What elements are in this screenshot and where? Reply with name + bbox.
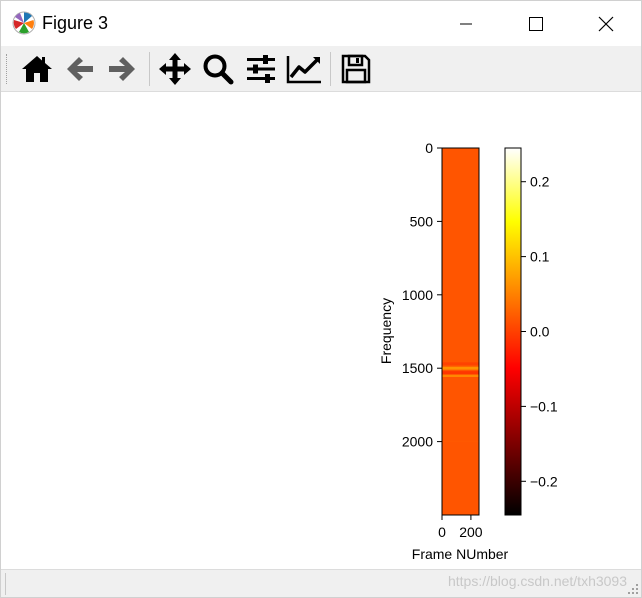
colorbar-gradient	[505, 148, 521, 515]
status-divider	[5, 573, 7, 595]
zoom-button[interactable]	[199, 51, 237, 87]
pan-button[interactable]	[156, 51, 194, 87]
y-axis-label: Frequency	[378, 298, 394, 364]
heatmap-axes: 0 500 1000 1500 2000 0 200 Frequency Frame NU…	[378, 140, 509, 562]
sliders-icon	[247, 55, 275, 83]
toolbar-separator	[149, 52, 150, 86]
arrow-right-icon	[109, 57, 135, 81]
colorbar: 0.2 0.1 0.0 −0.1 −0.2	[504, 147, 558, 516]
x-axis-label: Frame NUmber	[412, 546, 509, 562]
colorbar-tick-label: 0.0	[530, 324, 550, 340]
y-tick-label: 1000	[402, 287, 433, 303]
y-tick-label: 0	[425, 140, 433, 156]
x-tick-label: 200	[459, 524, 483, 540]
matplotlib-logo-icon	[12, 11, 36, 35]
minimize-button[interactable]	[431, 1, 501, 46]
home-button[interactable]	[18, 51, 56, 87]
heatmap-chart: 0 500 1000 1500 2000 0 200 Frequency Frame NU…	[378, 140, 558, 562]
resize-grip-icon[interactable]	[627, 583, 639, 595]
y-tick-label: 1500	[402, 360, 433, 376]
forward-button[interactable]	[103, 51, 141, 87]
x-tick-label: 0	[438, 524, 446, 540]
y-tick-label: 2000	[402, 434, 433, 450]
y-tick-label: 500	[410, 213, 434, 229]
navigation-toolbar	[1, 46, 641, 92]
heatmap-band	[442, 371, 479, 375]
heatmap-band	[442, 366, 479, 370]
home-icon	[22, 56, 52, 82]
toolbar-separator	[330, 52, 331, 86]
window-title: Figure 3	[42, 13, 109, 33]
heatmap-band	[442, 440, 479, 442]
figure-canvas[interactable]: 0 500 1000 1500 2000 0 200 Frequency Frame NU…	[1, 93, 641, 569]
save-icon	[341, 54, 371, 84]
figure-window: Figure 3 0 500 1000 1500 2000 0 200 Freq…	[0, 0, 642, 598]
minimize-icon	[460, 23, 472, 24]
colorbar-tick-label: 0.2	[530, 174, 550, 190]
toolbar-grip[interactable]	[6, 54, 9, 84]
maximize-icon	[529, 16, 543, 31]
arrow-left-icon	[67, 57, 93, 81]
back-button[interactable]	[61, 51, 99, 87]
colorbar-tick-label: −0.1	[530, 398, 558, 414]
heatmap-image	[442, 148, 479, 515]
maximize-button[interactable]	[501, 1, 571, 46]
close-icon	[598, 16, 614, 31]
heatmap-band	[442, 362, 479, 366]
colorbar-tick-label: 0.1	[530, 249, 550, 265]
close-button[interactable]	[571, 1, 641, 46]
zoom-icon	[203, 54, 234, 85]
subplots-button[interactable]	[242, 51, 280, 87]
edit-axes-button[interactable]	[285, 51, 323, 87]
line-chart-icon	[286, 56, 321, 84]
save-button[interactable]	[337, 51, 375, 87]
title-bar[interactable]: Figure 3	[1, 1, 641, 46]
move-icon	[159, 53, 191, 85]
status-bar: https://blog.csdn.net/txh3093	[1, 569, 641, 597]
colorbar-tick-label: −0.2	[530, 473, 558, 489]
heatmap-band	[442, 374, 479, 378]
watermark-text: https://blog.csdn.net/txh3093	[447, 573, 627, 589]
